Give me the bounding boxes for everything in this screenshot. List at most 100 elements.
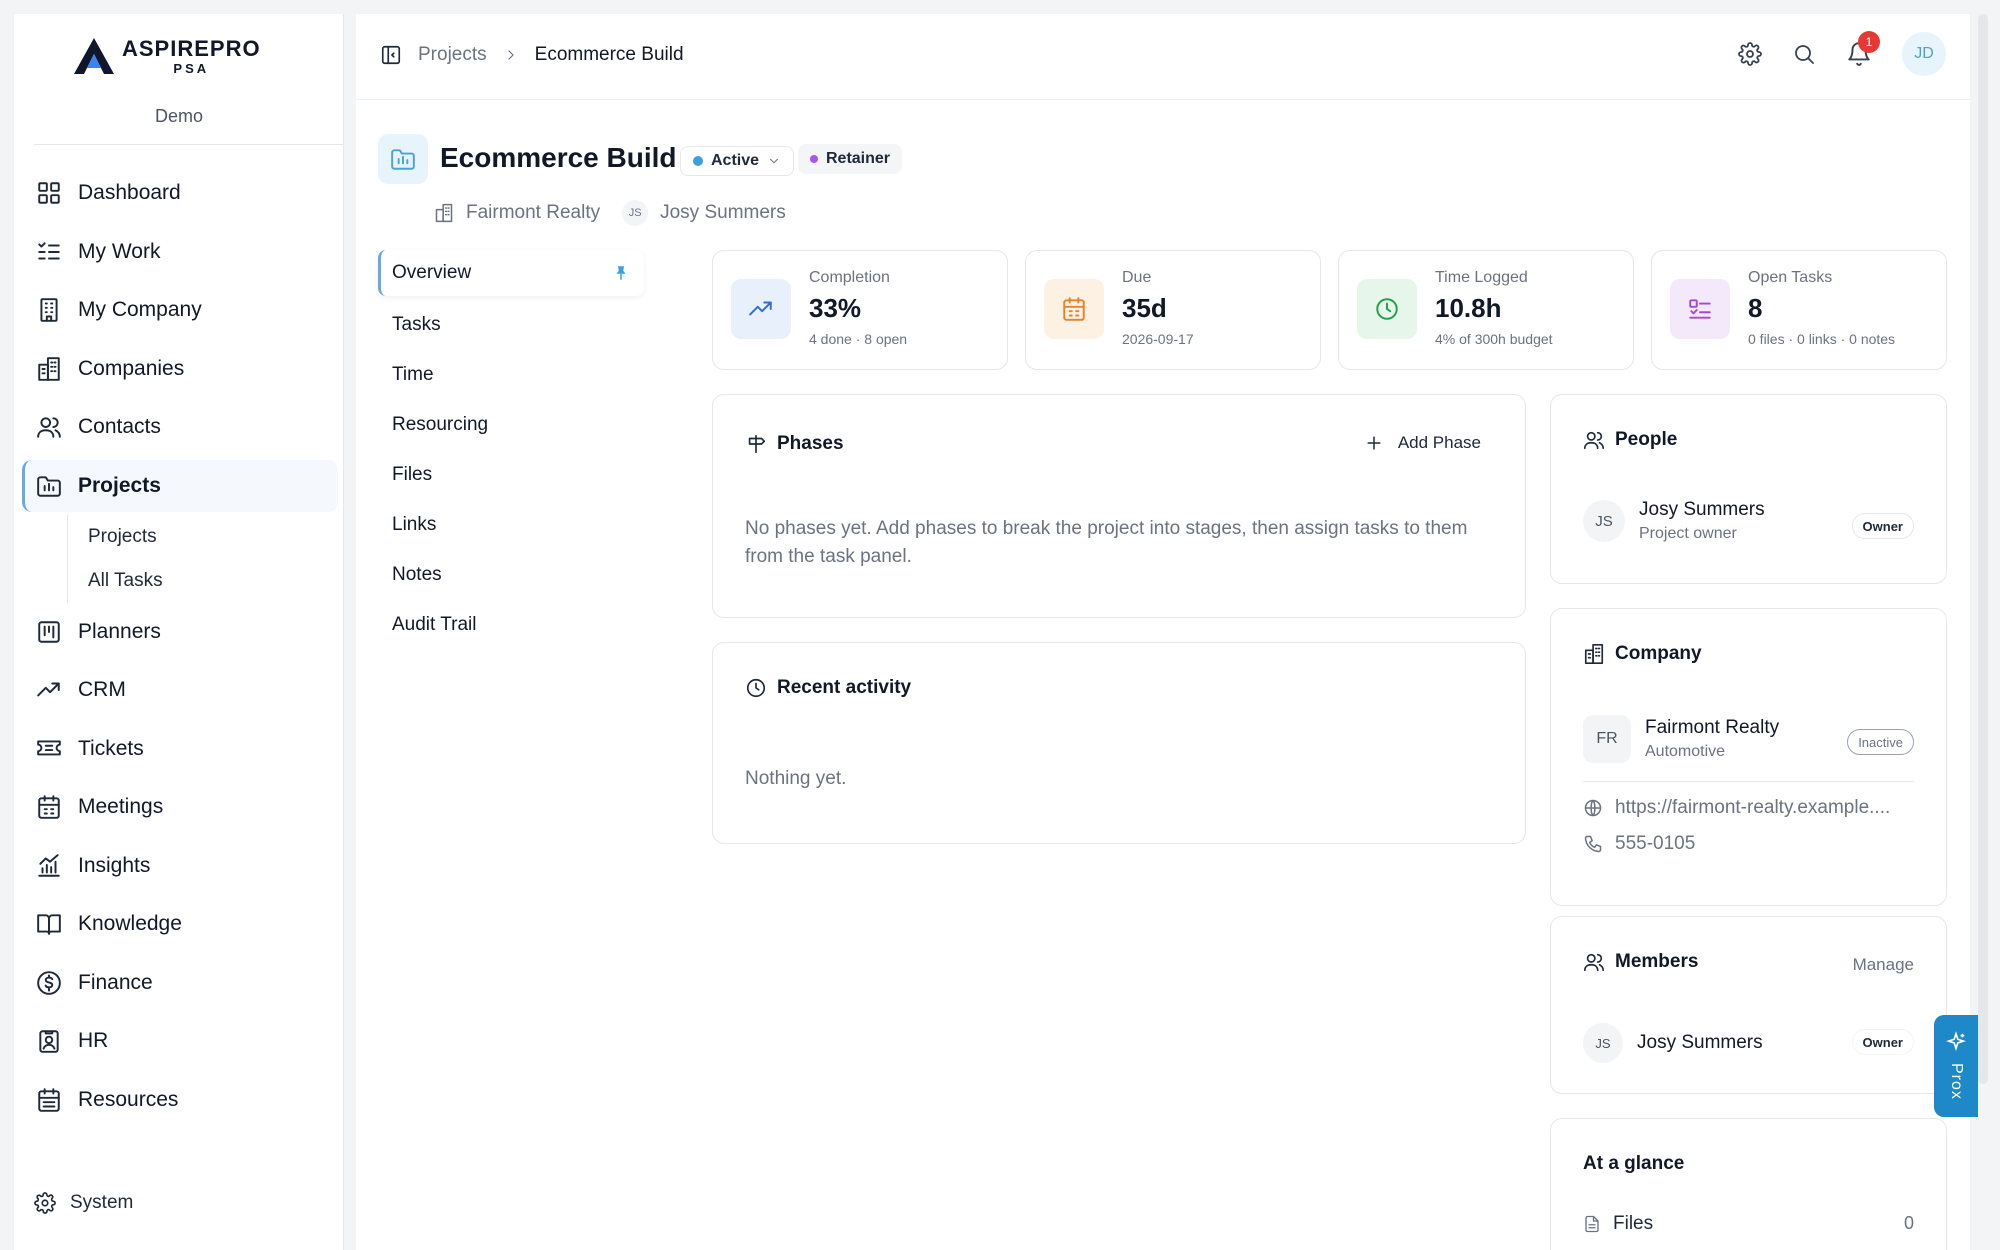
person-row[interactable]: JS Josy Summers Project owner bbox=[1583, 499, 1765, 543]
sidebar-item-insights[interactable]: Insights bbox=[22, 837, 338, 896]
sidebar-item-my-company[interactable]: My Company bbox=[22, 281, 338, 340]
subnav-item-projects[interactable]: Projects bbox=[67, 514, 338, 559]
project-meta: Fairmont Realty JS Josy Summers bbox=[434, 200, 786, 226]
avatar: JS bbox=[1583, 500, 1625, 542]
sidebar-item-tickets[interactable]: Tickets bbox=[22, 720, 338, 779]
tab-links[interactable]: Links bbox=[378, 500, 644, 550]
company-website-link[interactable]: https://fairmont-realty.example.... bbox=[1583, 797, 1890, 819]
app-logo[interactable]: ASPIREPRO PSA bbox=[72, 36, 261, 76]
people-title: People bbox=[1615, 429, 1678, 450]
dashboard-grid-icon bbox=[38, 182, 60, 204]
project-owner-link[interactable]: Josy Summers bbox=[660, 202, 786, 224]
phases-card: Phases Add Phase No phases yet. Add phas… bbox=[712, 394, 1526, 618]
settings-gear-icon[interactable] bbox=[1738, 42, 1762, 66]
sidebar-item-label: Knowledge bbox=[78, 912, 182, 936]
status-dot bbox=[693, 156, 703, 166]
project-icon bbox=[378, 134, 428, 184]
sidebar-item-dashboard[interactable]: Dashboard bbox=[22, 164, 338, 223]
company-title: Company bbox=[1615, 643, 1702, 664]
tab-label: Overview bbox=[392, 262, 472, 283]
member-row[interactable]: JS Josy Summers bbox=[1583, 1023, 1763, 1063]
company-row[interactable]: FR Fairmont Realty Automotive bbox=[1583, 715, 1779, 763]
stat-value: 35d bbox=[1122, 293, 1167, 323]
sidebar-item-hr[interactable]: HR bbox=[22, 1012, 338, 1071]
add-phase-button[interactable]: Add Phase bbox=[1364, 433, 1481, 453]
project-type-badge: Retainer bbox=[798, 144, 903, 174]
tab-overview[interactable]: Overview bbox=[378, 250, 644, 296]
clock-icon bbox=[1376, 298, 1398, 320]
system-label: System bbox=[70, 1192, 134, 1213]
tab-tasks[interactable]: Tasks bbox=[378, 300, 644, 350]
at-a-glance-card: At a glance Files 0 bbox=[1550, 1118, 1947, 1250]
status-dropdown[interactable]: Active bbox=[680, 146, 795, 176]
project-company-link[interactable]: Fairmont Realty bbox=[466, 202, 600, 224]
user-avatar[interactable]: JD bbox=[1902, 32, 1946, 76]
calendar-icon bbox=[38, 795, 60, 820]
sidebar-item-contacts[interactable]: Contacts bbox=[22, 398, 338, 457]
sidebar-item-finance[interactable]: Finance bbox=[22, 954, 338, 1013]
activity-title: Recent activity bbox=[777, 677, 912, 698]
stat-card-due: Due 35d 2026-09-17 bbox=[1025, 250, 1321, 370]
breadcrumb-projects[interactable]: Projects bbox=[418, 44, 487, 66]
sidebar-toggle-icon[interactable] bbox=[380, 44, 402, 66]
sidebar-item-my-work[interactable]: My Work bbox=[22, 223, 338, 282]
phases-header: Phases bbox=[745, 433, 844, 455]
tab-audit-trail[interactable]: Audit Trail bbox=[378, 600, 644, 650]
sidebar-item-label: Dashboard bbox=[78, 181, 181, 205]
main-content: Projects Ecommerce Build 1 JD Ecommerce … bbox=[356, 14, 1970, 1250]
breadcrumb: Projects Ecommerce Build bbox=[380, 44, 684, 66]
signpost-icon bbox=[748, 434, 766, 454]
sidebar-item-meetings[interactable]: Meetings bbox=[22, 778, 338, 837]
company-building-icon bbox=[435, 203, 453, 223]
people-header: People bbox=[1583, 429, 1677, 451]
breadcrumb-current: Ecommerce Build bbox=[534, 44, 684, 65]
sidebar-item-resources[interactable]: Resources bbox=[22, 1071, 338, 1130]
tab-files[interactable]: Files bbox=[378, 450, 644, 500]
ticket-icon bbox=[37, 740, 61, 756]
sidebar-item-label: Finance bbox=[78, 970, 153, 994]
office-buildings-icon bbox=[1584, 644, 1604, 664]
project-tabs: Overview Tasks Time Resourcing Files Lin… bbox=[378, 250, 644, 650]
company-industry: Automotive bbox=[1645, 743, 1726, 760]
company-phone-link[interactable]: 555-0105 bbox=[1583, 833, 1695, 855]
file-icon bbox=[1585, 1215, 1599, 1233]
tab-time[interactable]: Time bbox=[378, 350, 644, 400]
plus-icon bbox=[1367, 436, 1381, 450]
company-website: https://fairmont-realty.example.... bbox=[1615, 797, 1891, 818]
brand-name: ASPIREPRO bbox=[122, 35, 261, 61]
brand-sub: PSA bbox=[173, 60, 210, 76]
stat-card-completion: Completion 33% 4 done · 8 open bbox=[712, 250, 1008, 370]
checklist-icon bbox=[38, 242, 60, 260]
project-folder-icon bbox=[37, 475, 61, 497]
prox-assistant-tab[interactable]: Prox bbox=[1934, 1015, 1978, 1117]
sidebar-item-label: Planners bbox=[78, 619, 161, 643]
subnav-item-all-tasks[interactable]: All Tasks bbox=[67, 558, 338, 603]
sidebar-item-knowledge[interactable]: Knowledge bbox=[22, 895, 338, 954]
sidebar-item-projects[interactable]: Projects bbox=[22, 459, 338, 512]
office-buildings-icon bbox=[38, 356, 60, 381]
trending-up-icon bbox=[37, 682, 60, 697]
notification-count-badge: 1 bbox=[1858, 31, 1880, 53]
projects-subnav: Projects All Tasks bbox=[22, 514, 338, 603]
manage-members-link[interactable]: Manage bbox=[1853, 955, 1914, 975]
sidebar-item-system[interactable]: System bbox=[34, 1192, 133, 1214]
tab-resourcing[interactable]: Resourcing bbox=[378, 400, 644, 450]
page-scrollbar[interactable] bbox=[1978, 14, 1988, 1084]
sidebar-item-label: Contacts bbox=[78, 415, 161, 439]
stat-value: 10.8h bbox=[1435, 293, 1502, 323]
sidebar-item-label: HR bbox=[78, 1029, 109, 1053]
tab-notes[interactable]: Notes bbox=[378, 550, 644, 600]
sidebar-item-label: Resources bbox=[78, 1087, 179, 1111]
pin-icon[interactable] bbox=[612, 264, 630, 282]
sidebar-item-companies[interactable]: Companies bbox=[22, 340, 338, 399]
search-icon[interactable] bbox=[1792, 42, 1816, 66]
kanban-icon bbox=[38, 621, 60, 643]
avatar: JS bbox=[1583, 1023, 1623, 1063]
sidebar-item-crm[interactable]: CRM bbox=[22, 661, 338, 720]
stat-sub: 4% of 300h budget bbox=[1435, 331, 1553, 347]
company-card: Company FR Fairmont Realty Automotive In… bbox=[1550, 608, 1947, 906]
chevron-right-icon bbox=[508, 50, 514, 60]
sidebar-item-planners[interactable]: Planners bbox=[22, 603, 338, 662]
divider bbox=[34, 144, 344, 145]
notifications-button[interactable]: 1 bbox=[1846, 31, 1880, 67]
